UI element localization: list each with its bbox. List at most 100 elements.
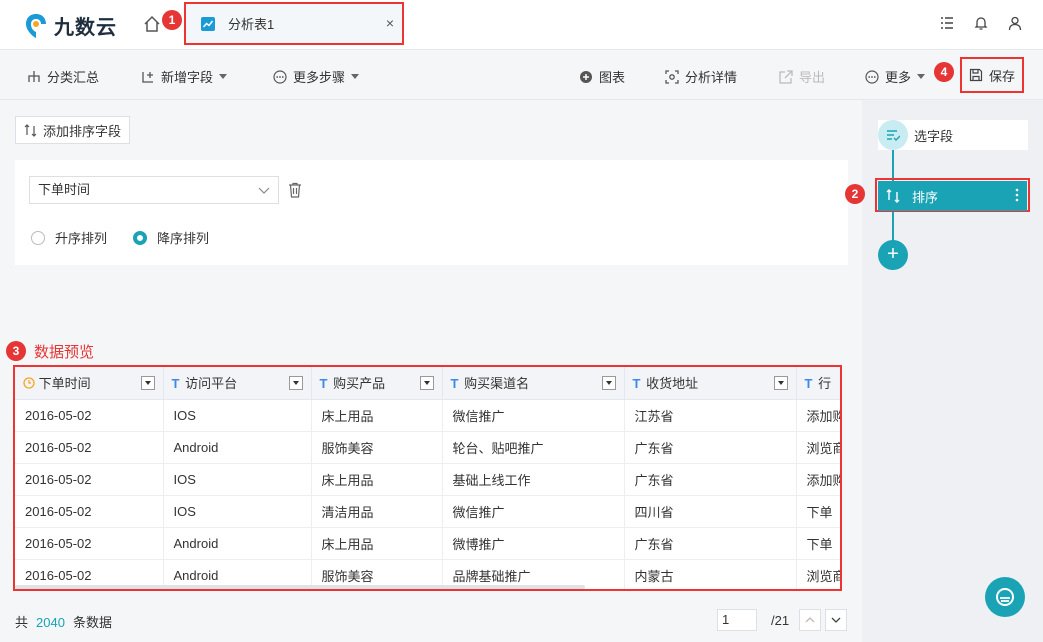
group-summary-button[interactable]: 分类汇总 <box>27 67 99 86</box>
table-cell: 轮台、贴吧推广 <box>442 431 625 464</box>
sort-icon <box>24 123 37 137</box>
page-total: /21 <box>771 612 790 628</box>
sort-field-select[interactable]: 下单时间 <box>29 176 279 204</box>
sort-field-value: 下单时间 <box>38 182 91 197</box>
text-type-icon: T <box>319 376 328 392</box>
add-chart-icon <box>580 70 592 83</box>
more-circle-icon <box>865 69 879 84</box>
sort-step-icon <box>878 182 908 210</box>
analysis-detail-label: 分析详情 <box>685 70 738 85</box>
table-cell: 2016-05-02 <box>15 495 164 528</box>
column-dropdown-icon[interactable] <box>140 376 155 390</box>
top-right-icons <box>939 15 1023 31</box>
save-icon <box>969 68 983 82</box>
toolbar: 分类汇总 新增字段 更多步骤 图表 分析详情 导出 更多 <box>0 50 1043 100</box>
add-sort-field-label: 添加排序字段 <box>43 123 122 139</box>
radio-ascending-circle <box>31 230 45 245</box>
home-icon[interactable] <box>143 15 161 33</box>
chevron-down-icon <box>258 187 270 194</box>
callout-marker-4: 4 <box>934 62 954 82</box>
record-count-suffix: 条数据 <box>72 615 112 630</box>
add-field-label: 新增字段 <box>161 70 214 85</box>
table-cell: 浏览商 <box>796 431 840 464</box>
more-button[interactable]: 更多 <box>865 67 926 86</box>
add-sort-field-button[interactable]: 添加排序字段 <box>15 116 131 144</box>
table-cell: 2016-05-02 <box>15 527 164 560</box>
bell-icon[interactable] <box>973 15 989 31</box>
table-cell: 下单 <box>796 495 840 528</box>
column-header-label: 行 <box>818 376 832 392</box>
table-cell: 微信推广 <box>442 495 625 528</box>
column-dropdown-icon[interactable] <box>288 376 303 390</box>
chat-support-button[interactable] <box>985 577 1025 617</box>
clock-icon <box>23 377 35 389</box>
task-list-icon[interactable] <box>939 15 955 31</box>
save-button[interactable]: 保存 <box>960 57 1024 93</box>
table-cell: 床上用品 <box>311 399 443 432</box>
radio-ascending-label: 升序排列 <box>55 231 108 246</box>
column-header-address[interactable]: T 收货地址 <box>624 367 797 400</box>
export-button[interactable]: 导出 <box>779 67 825 86</box>
column-header-label: 收货地址 <box>646 376 699 392</box>
more-vertical-icon[interactable] <box>1015 187 1019 203</box>
add-step-button[interactable]: + <box>878 240 908 270</box>
column-dropdown-icon[interactable] <box>601 376 616 390</box>
text-type-icon: T <box>171 376 180 392</box>
table-cell: 四川省 <box>624 495 797 528</box>
trash-icon[interactable] <box>288 182 302 198</box>
add-field-button[interactable]: 新增字段 <box>141 67 228 86</box>
table-cell: 2016-05-02 <box>15 463 164 496</box>
table-cell: IOS <box>163 495 312 528</box>
table-cell: 广东省 <box>624 431 797 464</box>
table-cell: 添加购 <box>796 463 840 496</box>
chat-icon <box>996 588 1014 606</box>
column-header-label: 访问平台 <box>185 376 238 392</box>
callout-marker-2: 2 <box>845 184 865 204</box>
logo-icon <box>26 13 46 38</box>
more-circle-icon <box>273 69 287 84</box>
table-cell: 清洁用品 <box>311 495 443 528</box>
more-steps-label: 更多步骤 <box>293 70 346 85</box>
column-header-label: 购买产品 <box>333 376 386 392</box>
table-cell: 浏览商 <box>796 559 840 589</box>
save-label: 保存 <box>988 68 1015 84</box>
table-cell: 添加购 <box>796 399 840 432</box>
column-header-channel[interactable]: T 购买渠道名 <box>442 367 625 400</box>
chevron-down-icon <box>917 74 926 79</box>
top-bar: 九数云 1 分析表1 × <box>0 0 1043 50</box>
more-steps-button[interactable]: 更多步骤 <box>273 67 360 86</box>
chart-button[interactable]: 图表 <box>579 67 625 86</box>
page-prev-button[interactable] <box>799 609 822 631</box>
column-header-platform[interactable]: T 访问平台 <box>163 367 312 400</box>
page-next-button[interactable] <box>825 609 848 631</box>
table-cell: IOS <box>163 463 312 496</box>
table-cell: 下单 <box>796 527 840 560</box>
column-header-order-time[interactable]: 下单时间 <box>15 367 164 400</box>
radio-descending-label: 降序排列 <box>157 231 210 246</box>
horizontal-scrollbar[interactable] <box>15 585 585 589</box>
table-row: 2016-05-02 Android 床上用品 微博推广 广东省 下单 <box>15 527 840 560</box>
user-icon[interactable] <box>1007 15 1023 31</box>
column-header-behavior[interactable]: T 行 <box>796 367 840 400</box>
step-sort-label: 排序 <box>912 189 939 205</box>
column-dropdown-icon[interactable] <box>419 376 434 390</box>
chart-tab-icon <box>201 16 215 31</box>
step-select-fields[interactable]: 选字段 <box>878 120 1028 150</box>
logo[interactable]: 九数云 <box>24 11 117 40</box>
column-dropdown-icon[interactable] <box>773 376 788 390</box>
radio-descending[interactable]: 降序排列 <box>133 228 209 247</box>
preview-title: 数据预览 <box>34 344 95 361</box>
analysis-detail-button[interactable]: 分析详情 <box>665 67 737 86</box>
table-cell: 床上用品 <box>311 463 443 496</box>
add-field-icon <box>142 71 153 83</box>
table-cell: 广东省 <box>624 527 797 560</box>
chevron-up-icon <box>805 617 815 623</box>
logo-text: 九数云 <box>54 17 117 39</box>
tab-analysis-table[interactable]: 分析表1 × <box>184 2 404 45</box>
close-icon[interactable]: × <box>386 15 394 31</box>
page-number-input[interactable]: 1 <box>717 609 757 631</box>
radio-ascending[interactable]: 升序排列 <box>31 228 107 247</box>
step-sort[interactable]: 排序 <box>878 181 1027 211</box>
column-header-product[interactable]: T 购买产品 <box>311 367 443 400</box>
table-row: 2016-05-02 Android 服饰美容 轮台、贴吧推广 广东省 浏览商 <box>15 431 840 464</box>
